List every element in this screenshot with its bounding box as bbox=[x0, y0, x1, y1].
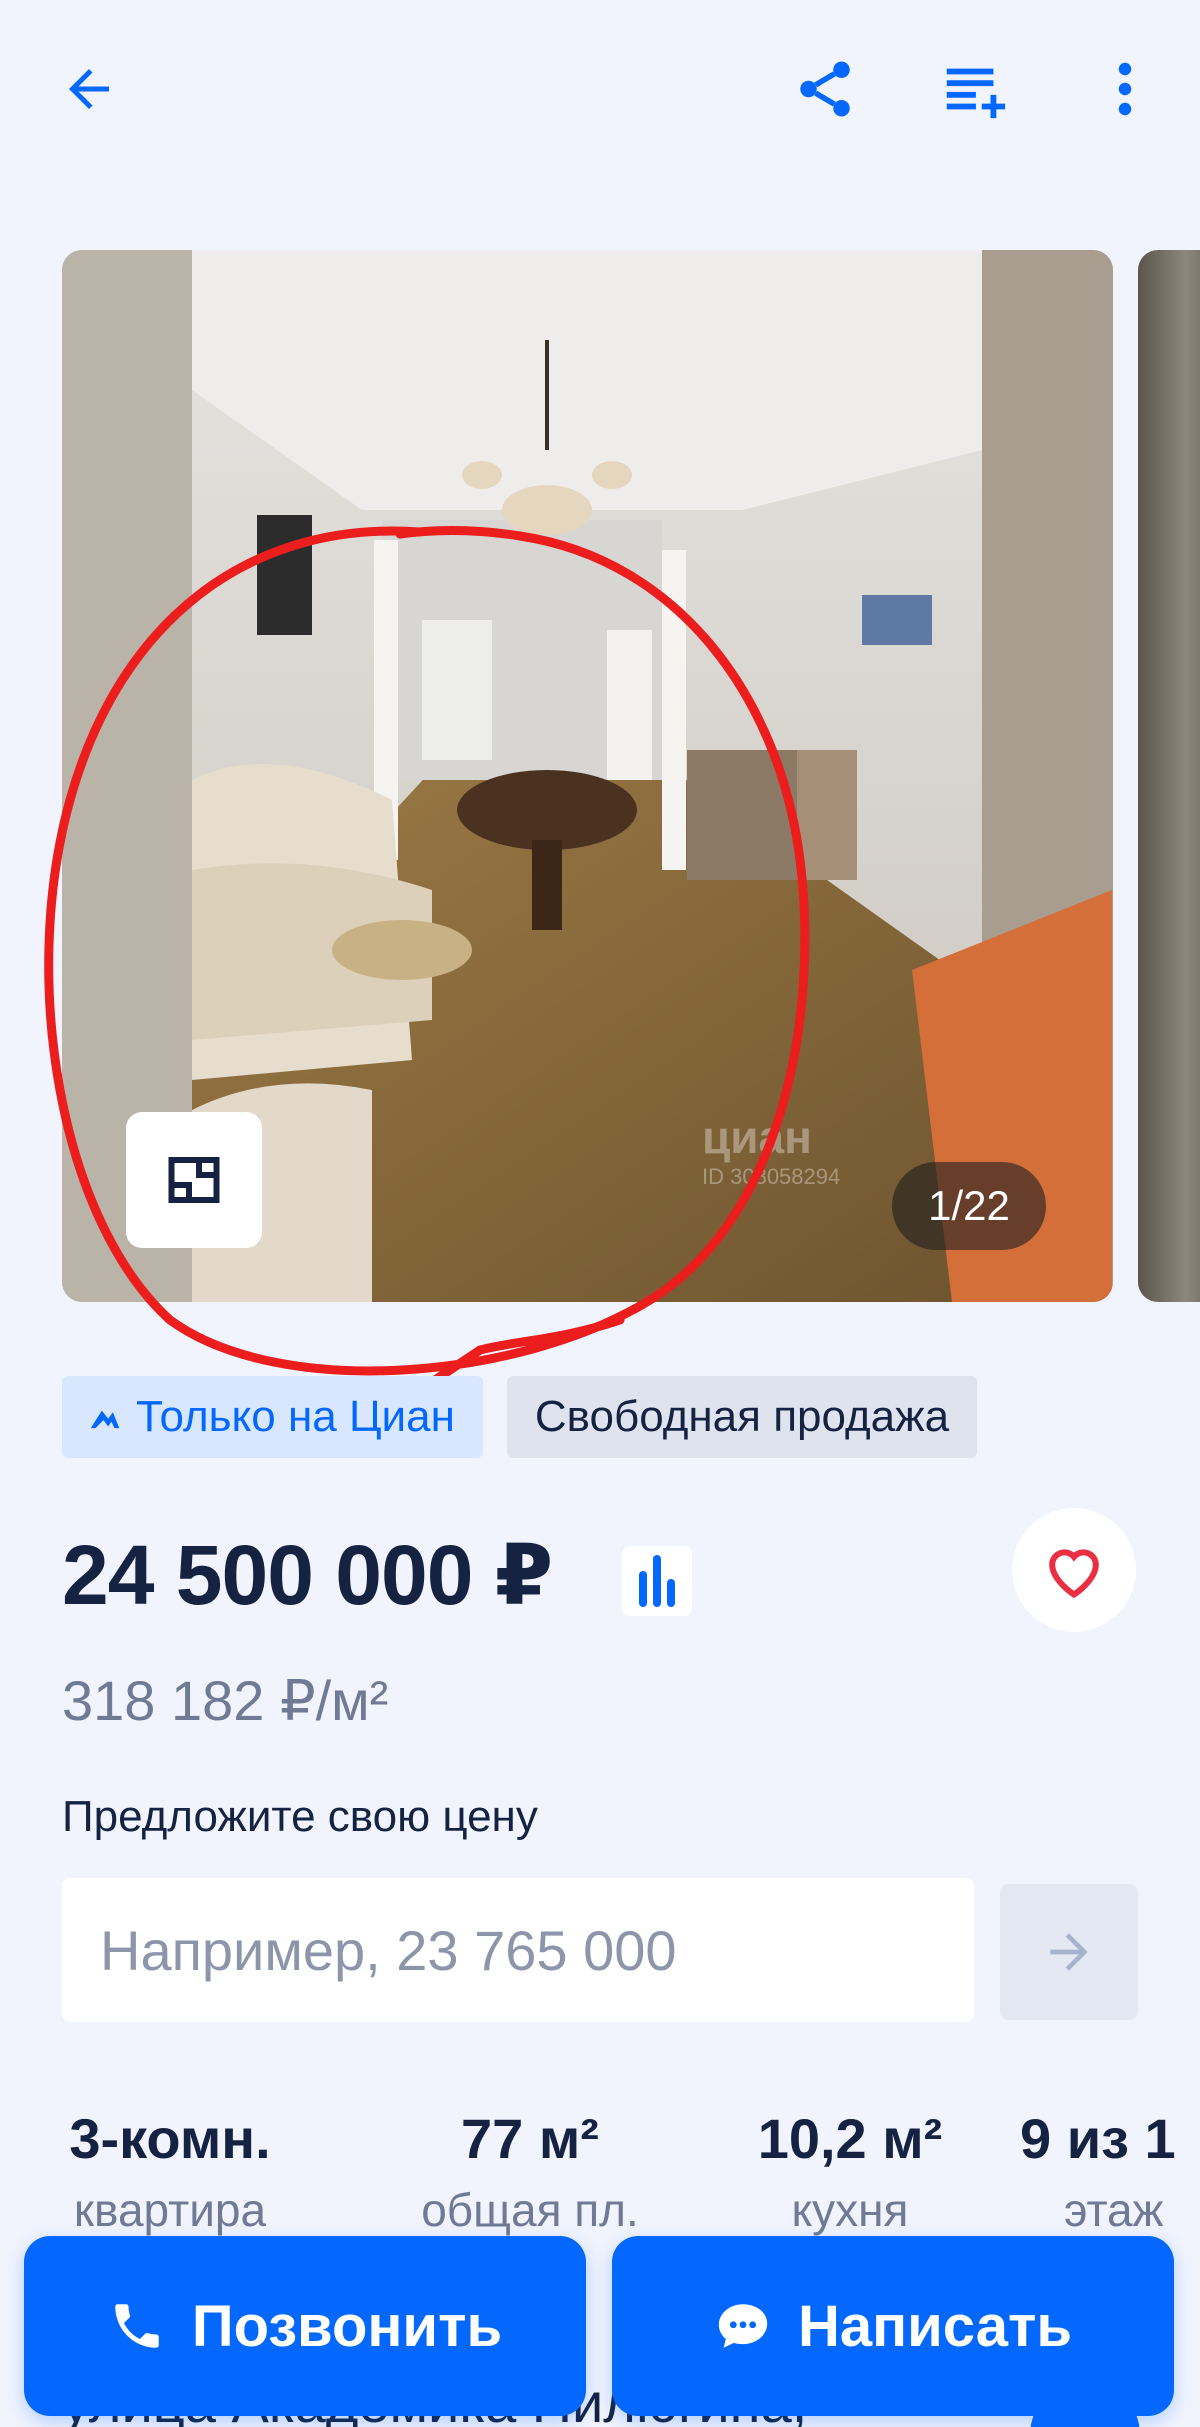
phone-icon bbox=[115, 2304, 159, 2348]
floor-plan-button[interactable] bbox=[126, 1112, 262, 1248]
playlist-add-icon bbox=[946, 68, 1006, 119]
cian-only-badge: Только на Циан bbox=[62, 1376, 483, 1458]
arrow-right-icon bbox=[1050, 1933, 1088, 1971]
free-sale-badge: Свободная продажа bbox=[506, 1376, 978, 1458]
floor-plan-icon bbox=[168, 1157, 220, 1203]
param-kitchen-area: 10,2 м² кухня bbox=[757, 2107, 943, 2236]
share-button[interactable] bbox=[780, 44, 870, 134]
offer-label: Предложите свою цену bbox=[62, 1792, 538, 1841]
message-button[interactable]: Написать bbox=[612, 2236, 1174, 2416]
chat-bubble-icon bbox=[718, 2304, 768, 2348]
apartment-params: 3-комн. квартира 77 м² общая пл. 10,2 м²… bbox=[0, 2106, 1200, 2246]
photo-counter: 1/22 bbox=[892, 1162, 1046, 1250]
photo-gallery[interactable]: циан ID 308058294 1/22 bbox=[62, 250, 1200, 1302]
apartment-photo[interactable]: циан ID 308058294 1/22 bbox=[62, 250, 1113, 1302]
param-rooms: 3-комн. квартира bbox=[69, 2107, 271, 2236]
top-app-bar bbox=[0, 0, 1200, 176]
price-per-meter: 318 182 ₽/м² bbox=[62, 1669, 389, 1732]
param-floor: 9 из 1 этаж bbox=[1020, 2107, 1176, 2236]
offer-price-input[interactable] bbox=[62, 1878, 974, 2022]
favorite-button[interactable] bbox=[1012, 1508, 1136, 1632]
next-photo-preview[interactable] bbox=[1138, 250, 1200, 1302]
cian-logo-icon bbox=[90, 1410, 120, 1429]
arrow-left-icon bbox=[69, 69, 109, 109]
price-history-button[interactable] bbox=[622, 1546, 692, 1616]
more-vertical-icon bbox=[1118, 62, 1132, 116]
call-button[interactable]: Позвонить bbox=[24, 2236, 586, 2416]
listing-badges: Только на Циан Свободная продажа bbox=[62, 1376, 978, 1458]
param-total-area: 77 м² общая пл. bbox=[421, 2107, 639, 2236]
offer-submit-button[interactable] bbox=[1000, 1884, 1138, 2020]
share-icon bbox=[800, 61, 850, 117]
more-button[interactable] bbox=[1080, 44, 1170, 134]
contact-action-bar: Позвонить Написать bbox=[0, 2226, 1200, 2427]
heart-icon bbox=[1049, 1549, 1099, 1599]
back-button[interactable] bbox=[44, 44, 134, 134]
watermark: циан ID 308058294 bbox=[702, 1111, 841, 1189]
add-to-collection-button[interactable] bbox=[928, 44, 1018, 134]
bar-chart-icon bbox=[639, 1555, 675, 1607]
price: 24 500 000 ₽ bbox=[62, 1528, 553, 1622]
